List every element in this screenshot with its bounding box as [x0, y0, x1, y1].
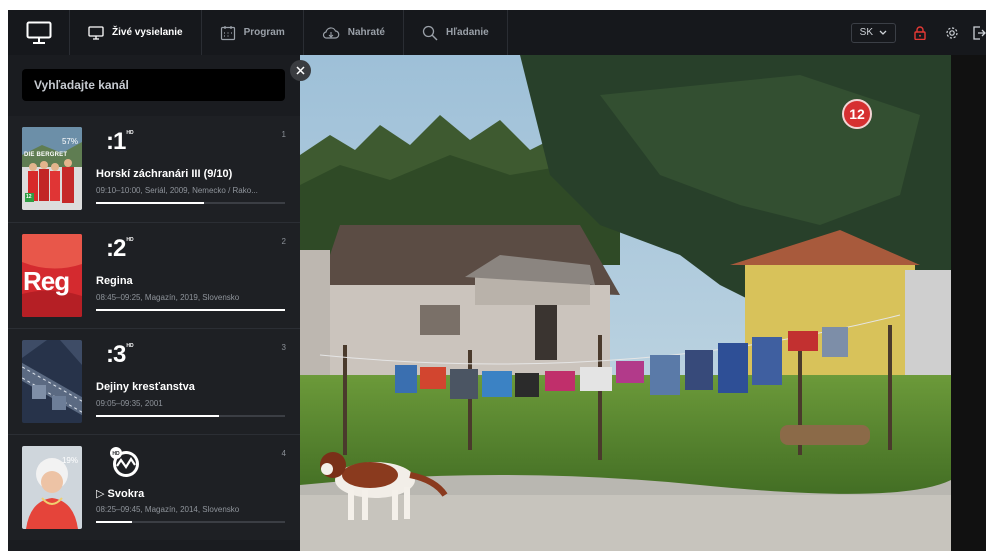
program-thumbnail: DIE BERGRET 12 57% [22, 127, 82, 210]
thumbnail-title-text: DIE BERGRET [24, 152, 68, 158]
channel-row[interactable]: DIE BERGRET 12 57% :1 HD 1 Horskí záchra… [8, 116, 300, 222]
program-progress [96, 521, 285, 523]
program-meta: 09:05–09:35, 2001 [96, 399, 163, 408]
close-icon [296, 66, 305, 75]
settings-button[interactable] [940, 21, 964, 45]
chevron-down-icon [879, 30, 887, 35]
search-icon [422, 25, 438, 40]
channel-row[interactable]: 19% HD 4 ▷ Svokra 08:25–09:45, Magazín, … [8, 434, 300, 540]
channel-search-area [8, 55, 300, 116]
calendar-icon [220, 25, 235, 40]
channel-logo-3: :3 HD [106, 341, 134, 368]
lock-icon [914, 25, 926, 40]
progress-fill [96, 521, 132, 523]
channel-search-input[interactable] [22, 69, 285, 101]
channel-number: 1 [281, 130, 286, 139]
monitor-logo-icon [26, 21, 51, 44]
channel-logo-2: :2 HD [106, 235, 134, 262]
parental-lock-button[interactable] [908, 21, 932, 45]
channel-circle-logo-icon: HD [110, 447, 139, 477]
program-progress [96, 202, 285, 204]
program-meta: 09:10–10:00, Seriál, 2009, Nemecko / Rak… [96, 186, 258, 195]
program-title-text: Svokra [107, 488, 145, 500]
channel-logo-1: :1 HD [106, 128, 134, 155]
channel-number: 4 [281, 449, 286, 458]
channel-number: 3 [281, 343, 286, 352]
channel-row[interactable]: :3 HD 3 Dejiny kresťanstva 09:05–09:35, … [8, 328, 300, 434]
gear-icon [946, 26, 958, 39]
svg-text:HD: HD [112, 451, 120, 457]
logout-icon [973, 25, 986, 40]
top-navigation: Živé vysielanie Program Nahraté Hľadanie… [8, 10, 986, 55]
progress-fill [96, 415, 219, 417]
thumbnail-logo-text: Reg [23, 266, 70, 296]
nav-recorded[interactable]: Nahraté [304, 10, 404, 55]
nav-live[interactable]: Živé vysielanie [70, 10, 202, 55]
nav-search[interactable]: Hľadanie [404, 10, 508, 55]
progress-percent: 57% [61, 137, 78, 146]
program-meta: 08:25–09:45, Magazín, 2014, Slovensko [96, 505, 240, 514]
program-thumbnail: 19% [22, 446, 82, 529]
nav-search-label: Hľadanie [445, 27, 489, 38]
program-title: Dejiny kresťanstva [96, 381, 195, 393]
tv-icon [88, 25, 104, 40]
close-panel-button[interactable] [290, 60, 311, 81]
channel-list: DIE BERGRET 12 57% :1 HD 1 Horskí záchra… [8, 116, 300, 540]
thumbnail-age-badge: 12 [26, 194, 32, 200]
program-title: Regina [96, 275, 133, 287]
video-frame [300, 55, 951, 551]
program-title: ▷ Svokra [96, 487, 144, 500]
nav-recorded-label: Nahraté [347, 27, 385, 38]
channel-row[interactable]: Reg :2 HD 2 Regina 08:45–09:25, Magazín,… [8, 222, 300, 328]
video-player[interactable]: 12 [300, 55, 951, 551]
age-rating-badge: 12 [842, 99, 872, 129]
language-select[interactable]: SK [850, 22, 896, 43]
play-indicator-icon: ▷ [96, 488, 105, 500]
nav-program[interactable]: Program [202, 10, 304, 55]
progress-fill [96, 202, 204, 204]
app-logo[interactable] [8, 10, 70, 55]
program-thumbnail [22, 340, 82, 423]
program-title: Horskí záchranári III (9/10) [96, 168, 233, 180]
program-meta: 08:45–09:25, Magazín, 2019, Slovensko [96, 293, 240, 302]
language-value: SK [859, 27, 873, 38]
nav-program-label: Program [243, 27, 285, 38]
logout-button[interactable] [972, 21, 986, 45]
program-thumbnail: Reg [22, 234, 82, 317]
progress-fill [96, 309, 285, 311]
video-side-strip [951, 55, 986, 551]
channel-number: 2 [281, 237, 286, 246]
program-progress [96, 415, 285, 417]
channel-logo-4: HD [108, 445, 144, 479]
program-progress [96, 309, 285, 311]
channel-panel: DIE BERGRET 12 57% :1 HD 1 Horskí záchra… [8, 55, 300, 551]
cloud-icon [322, 26, 340, 39]
nav-live-label: Živé vysielanie [112, 27, 183, 38]
progress-percent: 19% [61, 456, 78, 465]
